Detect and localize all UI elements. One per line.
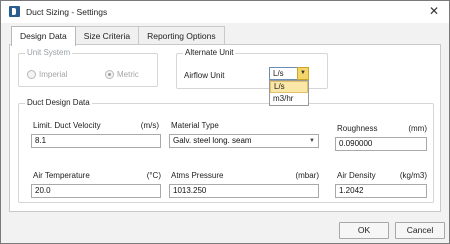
limit-velocity-input[interactable]: 8.1 <box>31 134 161 148</box>
metric-radio[interactable] <box>105 70 114 79</box>
dropdown-option-m3hr[interactable]: m3/hr <box>270 93 308 105</box>
roughness-input[interactable]: 0.090000 <box>335 137 427 151</box>
metric-label: Metric <box>117 70 139 79</box>
alternate-unit-legend: Alternate Unit <box>183 48 236 57</box>
airflow-unit-select[interactable]: L/s ▼ <box>269 67 309 80</box>
material-type-label: Material Type <box>171 121 219 130</box>
air-density-input[interactable]: 1.2042 <box>335 184 427 198</box>
limit-velocity-unit: (m/s) <box>140 121 159 130</box>
duct-design-legend: Duct Design Data <box>25 98 92 107</box>
air-density-label: Air Density <box>337 171 376 180</box>
air-density-unit: (kg/m3) <box>399 171 427 180</box>
limit-velocity-label: Limit. Duct Velocity <box>33 121 101 130</box>
atms-pressure-unit: (mbar) <box>295 171 319 180</box>
unit-system-group: Unit System Imperial Metric <box>18 48 158 87</box>
imperial-radio[interactable] <box>27 70 36 79</box>
air-temperature-unit: (°C) <box>146 171 161 180</box>
tab-reporting-options[interactable]: Reporting Options <box>138 26 225 45</box>
close-icon[interactable]: ✕ <box>427 4 441 18</box>
atms-pressure-label: Atms Pressure <box>171 171 224 180</box>
atms-pressure-input[interactable]: 1013.250 <box>169 184 319 198</box>
airflow-unit-value: L/s <box>273 69 284 78</box>
imperial-label: Imperial <box>39 70 68 79</box>
air-temperature-input[interactable]: 20.0 <box>31 184 161 198</box>
material-type-select[interactable]: Galv. steel long. seam ▼ <box>169 134 319 148</box>
app-icon <box>9 6 20 17</box>
tab-design-data[interactable]: Design Data <box>11 26 76 46</box>
window-title: Duct Sizing - Settings <box>26 7 108 17</box>
material-type-value: Galv. steel long. seam <box>173 136 252 145</box>
ok-button[interactable]: OK <box>339 222 389 239</box>
chevron-down-icon: ▼ <box>309 138 315 144</box>
roughness-label: Roughness <box>337 124 378 133</box>
airflow-unit-dropdown: L/s m3/hr <box>269 80 309 106</box>
tab-size-criteria[interactable]: Size Criteria <box>74 26 140 45</box>
settings-dialog: Duct Sizing - Settings ✕ Design Data Siz… <box>0 0 450 244</box>
airflow-unit-label: Airflow Unit <box>184 71 225 80</box>
design-data-panel: Unit System Imperial Metric Alternate Un… <box>9 44 441 212</box>
tab-strip: Design Data Size Criteria Reporting Opti… <box>11 26 225 46</box>
dropdown-option-ls[interactable]: L/s <box>270 81 308 93</box>
roughness-unit: (mm) <box>408 124 427 133</box>
title-bar: Duct Sizing - Settings ✕ <box>1 1 449 23</box>
duct-design-group: Duct Design Data Limit. Duct Velocity (m… <box>18 98 434 203</box>
chevron-down-icon[interactable]: ▼ <box>297 67 309 80</box>
unit-system-legend: Unit System <box>25 48 73 57</box>
air-temperature-label: Air Temperature <box>33 171 90 180</box>
cancel-button[interactable]: Cancel <box>395 222 445 239</box>
